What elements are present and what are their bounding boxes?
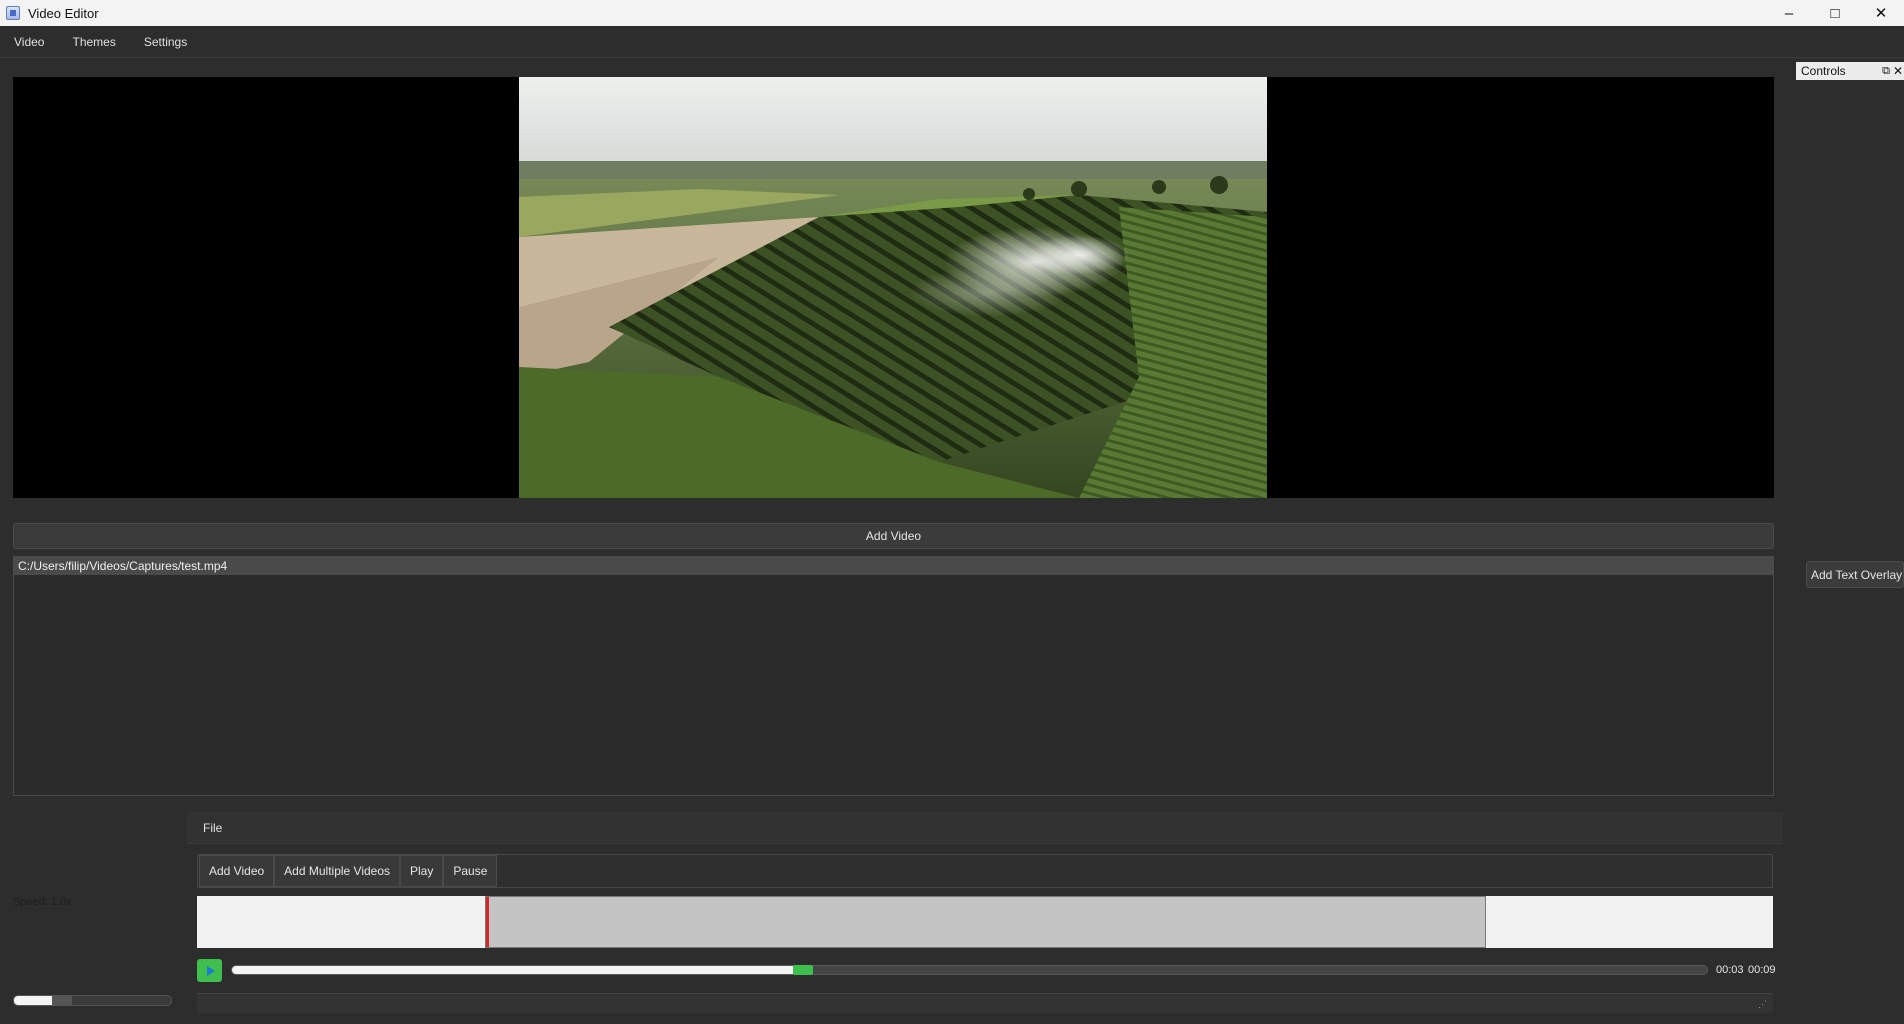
list-item[interactable]: C:/Users/filip/Videos/Captures/test.mp4 — [14, 557, 1773, 575]
dock-title-label: Controls — [1801, 64, 1846, 78]
progress-fill — [232, 966, 794, 974]
clip-start-marker[interactable] — [486, 897, 490, 947]
menu-settings[interactable]: Settings — [130, 35, 201, 49]
window-title: Video Editor — [28, 5, 99, 21]
menu-themes[interactable]: Themes — [58, 35, 129, 49]
menu-video[interactable]: Video — [0, 35, 58, 49]
menu-file[interactable]: File — [203, 821, 222, 835]
timeline-clip[interactable] — [485, 896, 1487, 948]
file-list[interactable]: C:/Users/filip/Videos/Captures/test.mp4 — [13, 556, 1774, 796]
resize-grip-icon[interactable]: ⋰ — [1758, 999, 1767, 1010]
video-frame — [519, 77, 1267, 498]
close-icon[interactable]: ✕ — [1893, 64, 1903, 78]
add-video-button[interactable]: Add Video — [13, 523, 1774, 549]
close-icon[interactable]: ✕ — [1858, 0, 1904, 26]
pause-button[interactable]: Pause — [443, 855, 498, 887]
current-time: 00:03 — [1716, 964, 1744, 976]
total-time: 00:09 — [1748, 964, 1776, 976]
controls-dock-title: Controls ⧉ ✕ — [1796, 62, 1904, 80]
status-bar: ⋰ — [197, 993, 1773, 1013]
video-preview[interactable] — [13, 77, 1774, 498]
add-video-toolbar-button[interactable]: Add Video — [199, 855, 275, 887]
window-controls: – □ ✕ — [1766, 0, 1904, 26]
aerial-field-image — [519, 77, 1267, 498]
title-bar: Video Editor – □ ✕ — [0, 0, 1904, 26]
minimize-icon[interactable]: – — [1766, 0, 1812, 26]
speed-slider[interactable] — [13, 995, 172, 1006]
play-button[interactable]: Play — [400, 855, 444, 887]
speed-slider-handle[interactable] — [51, 996, 72, 1005]
toolbar: Add Video Add Multiple Videos Play Pause — [197, 854, 1773, 888]
progress-handle[interactable] — [793, 965, 814, 975]
timeline-track[interactable] — [197, 896, 1773, 948]
maximize-icon[interactable]: □ — [1812, 0, 1858, 26]
playback-progress-slider[interactable] — [231, 965, 1708, 975]
float-icon[interactable]: ⧉ — [1882, 65, 1890, 78]
play-toggle-button[interactable] — [197, 959, 222, 982]
app-icon — [6, 6, 20, 20]
play-icon — [206, 965, 215, 976]
menu-bar: Video Themes Settings — [0, 26, 1904, 58]
add-text-overlay-button[interactable]: Add Text Overlay — [1806, 561, 1904, 588]
add-multiple-videos-button[interactable]: Add Multiple Videos — [274, 855, 401, 887]
inner-menu-bar: File — [187, 812, 1783, 844]
speed-label: Speed: 1.0x — [13, 896, 72, 908]
